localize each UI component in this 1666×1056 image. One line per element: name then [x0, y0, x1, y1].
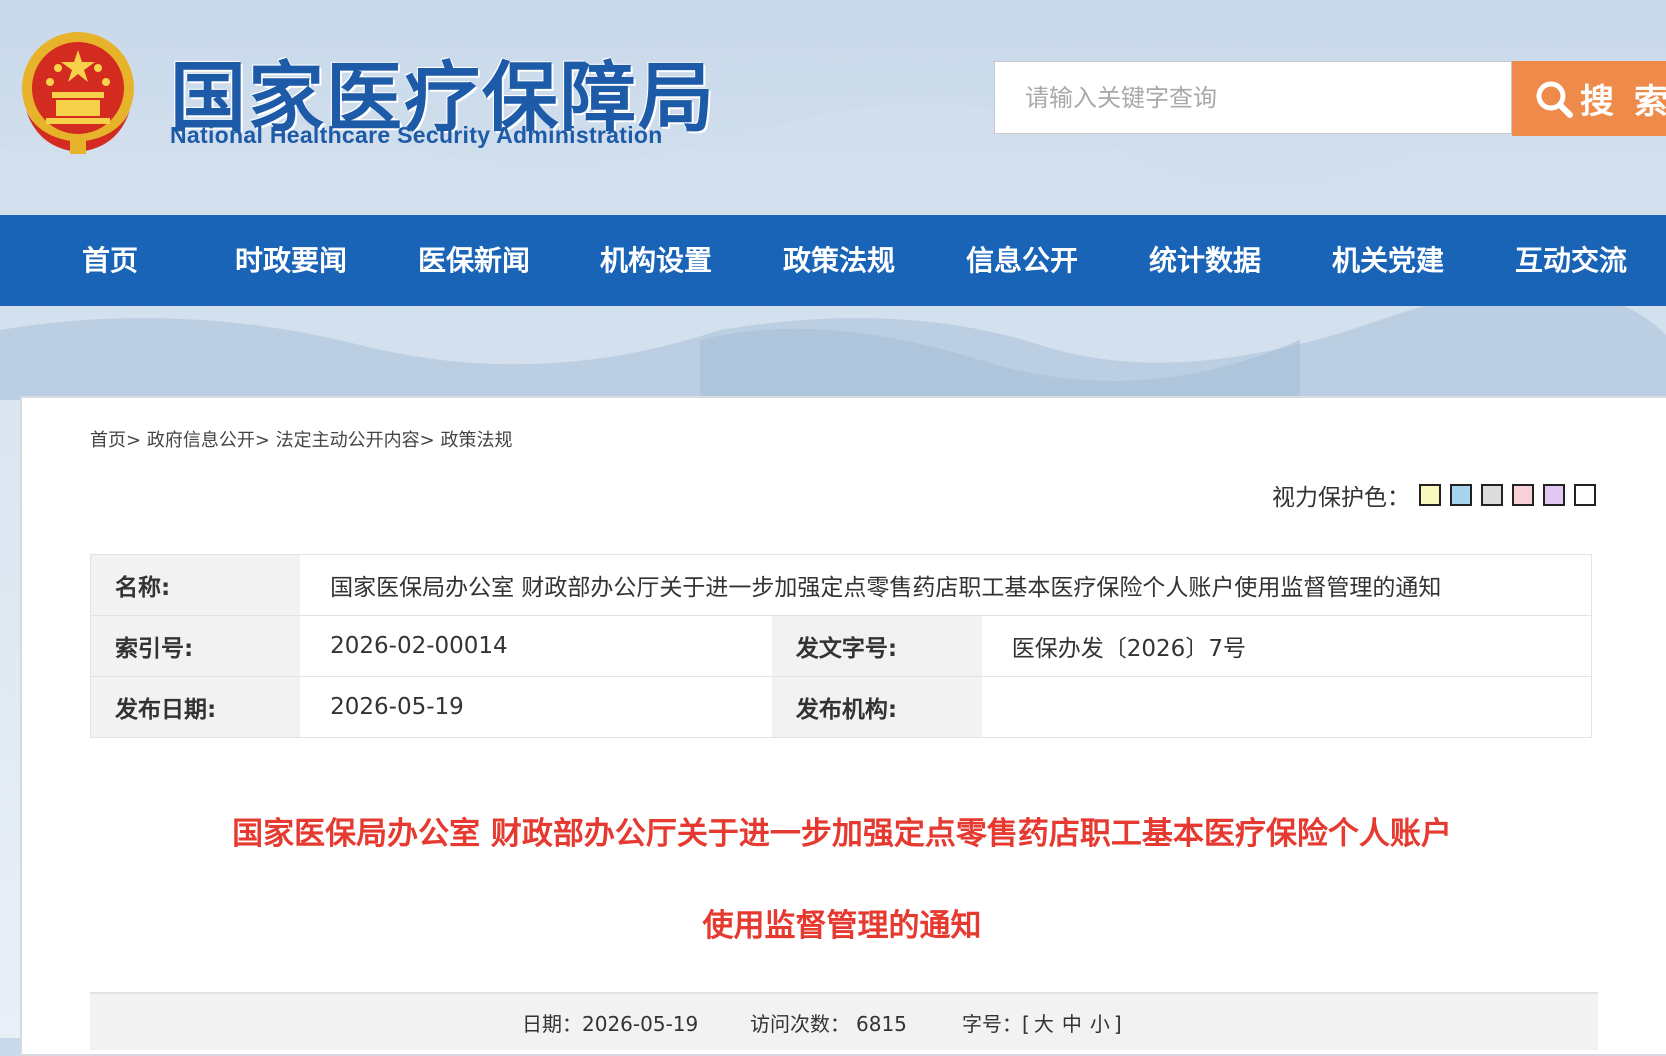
eye-color-blue[interactable]: [1450, 484, 1472, 506]
article-meta-bar: 日期：2026-05-19 访问次数： 6815 字号：[大中小]: [90, 992, 1598, 1050]
article-title-line-2: 使用监督管理的通知: [702, 908, 982, 944]
table-row: 发布日期: 2026-05-19 发布机构:: [90, 676, 1592, 738]
name-label: 名称:: [90, 554, 301, 616]
search-bar: 搜 索: [994, 61, 1666, 136]
meta-visits: 访问次数： 6815: [750, 1008, 907, 1037]
nav-item-organization[interactable]: 机构设置: [600, 215, 712, 306]
article-title: 国家医保局办公室 财政部办公厅关于进一步加强定点零售药店职工基本医疗保险个人账户…: [22, 788, 1662, 972]
nav-item-home[interactable]: 首页: [82, 215, 138, 306]
breadcrumb: 首页> 政府信息公开> 法定主动公开内容> 政策法规: [90, 426, 512, 452]
name-value: 国家医保局办公室 财政部办公厅关于进一步加强定点零售药店职工基本医疗保险个人账户…: [300, 554, 1592, 616]
doc-number-value: 医保办发〔2026〕7号: [981, 615, 1592, 677]
meta-visits-label: 访问次数：: [750, 1012, 850, 1036]
meta-date-value: 2026-05-19: [582, 1012, 699, 1036]
font-size-label: 字号：[: [962, 1012, 1030, 1036]
eye-color-purple[interactable]: [1543, 484, 1565, 506]
table-row: 名称: 国家医保局办公室 财政部办公厅关于进一步加强定点零售药店职工基本医疗保险…: [90, 554, 1592, 616]
font-size-large-link[interactable]: 大: [1034, 1012, 1054, 1036]
breadcrumb-home[interactable]: 首页>: [90, 430, 141, 451]
publisher-value: [981, 676, 1592, 738]
breadcrumb-statutory-disclosure[interactable]: 法定主动公开内容>: [276, 430, 435, 451]
eye-color-pink[interactable]: [1512, 484, 1534, 506]
nav-item-interaction[interactable]: 互动交流: [1515, 215, 1627, 306]
eye-color-yellow[interactable]: [1419, 484, 1441, 506]
site-logo-english[interactable]: National Healthcare Security Administrat…: [170, 122, 663, 149]
site-header: 国家医疗保障局 National Healthcare Security Adm…: [0, 0, 1666, 215]
nav-item-policies[interactable]: 政策法规: [783, 215, 895, 306]
publisher-label: 发布机构:: [771, 676, 982, 738]
meta-visits-value: 6815: [856, 1012, 907, 1036]
index-value: 2026-02-00014: [300, 615, 772, 677]
nav-item-party-building[interactable]: 机关党建: [1332, 215, 1444, 306]
main-nav: 首页 时政要闻 医保新闻 机构设置 政策法规 信息公开 统计数据 机关党建 互动…: [0, 215, 1666, 306]
article-title-line-1: 国家医保局办公室 财政部办公厅关于进一步加强定点零售药店职工基本医疗保险个人账户: [232, 816, 1452, 852]
national-emblem-icon: [18, 30, 138, 156]
index-label: 索引号:: [90, 615, 301, 677]
nav-item-statistics[interactable]: 统计数据: [1149, 215, 1261, 306]
publish-date-label: 发布日期:: [90, 676, 301, 738]
font-size-small-link[interactable]: 小: [1090, 1012, 1110, 1036]
breadcrumb-policies[interactable]: 政策法规: [440, 430, 512, 451]
content-panel: 首页> 政府信息公开> 法定主动公开内容> 政策法规 视力保护色： 名称: 国家…: [20, 396, 1666, 1056]
meta-date-label: 日期：: [522, 1012, 582, 1036]
meta-font-size: 字号：[大中小]: [962, 1008, 1122, 1037]
table-row: 索引号: 2026-02-00014 发文字号: 医保办发〔2026〕7号: [90, 615, 1592, 677]
font-size-medium-link[interactable]: 中: [1062, 1012, 1082, 1036]
eye-color-gray[interactable]: [1481, 484, 1503, 506]
meta-date: 日期：2026-05-19: [522, 1008, 698, 1037]
eye-protect-colors: 视力保护色：: [1272, 478, 1596, 512]
eye-color-white[interactable]: [1574, 484, 1596, 506]
font-size-end: ]: [1113, 1012, 1122, 1036]
search-input[interactable]: [994, 61, 1512, 134]
nav-item-info-disclosure[interactable]: 信息公开: [966, 215, 1078, 306]
nav-item-current-affairs[interactable]: 时政要闻: [235, 215, 347, 306]
publish-date-value: 2026-05-19: [300, 676, 772, 738]
search-button[interactable]: 搜 索: [1512, 61, 1666, 136]
eye-protect-label: 视力保护色：: [1272, 485, 1410, 511]
doc-number-label: 发文字号:: [771, 615, 982, 677]
document-info-table: 名称: 国家医保局办公室 财政部办公厅关于进一步加强定点零售药店职工基本医疗保险…: [90, 554, 1592, 738]
breadcrumb-gov-info[interactable]: 政府信息公开>: [147, 430, 270, 451]
nav-item-healthcare-news[interactable]: 医保新闻: [418, 215, 530, 306]
search-icon: [1536, 81, 1573, 118]
search-button-label: 搜 索: [1580, 82, 1666, 122]
